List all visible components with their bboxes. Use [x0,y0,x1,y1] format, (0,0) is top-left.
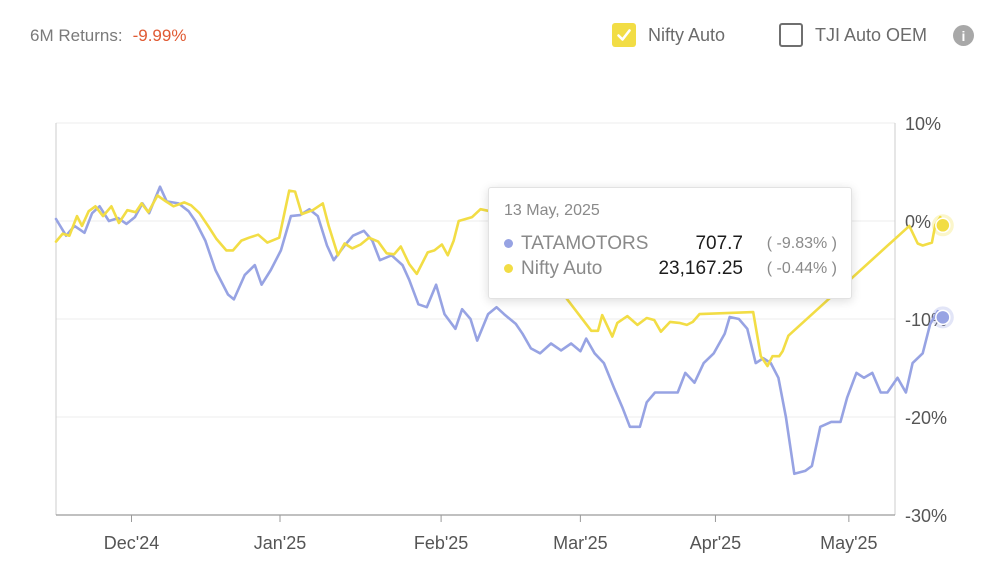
series-dot-icon [504,264,513,273]
tooltip-series-value: 23,167.25 [658,257,743,279]
x-tick-label: Mar'25 [553,533,607,553]
tooltip-date: 13 May, 2025 [504,202,600,219]
y-tick-label: -30% [905,506,947,526]
tooltip-series-change: ( -0.44% ) [766,259,837,277]
series-dot-icon [504,239,513,248]
tooltip-row-tatamotors: TATAMOTORS 707.7 ( -9.83% ) [504,231,837,256]
x-tick-label: Feb'25 [414,533,468,553]
tooltip-series-value: 707.7 [695,232,743,254]
chart-tooltip: 13 May, 2025 TATAMOTORS 707.7 ( -9.83% )… [488,187,852,299]
hover-marker [935,217,951,234]
y-tick-label: 0% [905,212,931,232]
x-tick-label: Apr'25 [690,533,741,553]
x-tick-label: May'25 [820,533,877,553]
x-tick-label: Dec'24 [104,533,159,553]
tooltip-series-name: Nifty Auto [521,257,603,279]
y-tick-label: 10% [905,114,941,134]
tooltip-series-name: TATAMOTORS [521,232,649,254]
y-tick-label: -20% [905,408,947,428]
tooltip-row-nifty-auto: Nifty Auto 23,167.25 ( -0.44% ) [504,256,837,281]
x-tick-label: Jan'25 [254,533,306,553]
hover-marker [935,309,951,326]
tooltip-series-change: ( -9.83% ) [766,234,837,252]
